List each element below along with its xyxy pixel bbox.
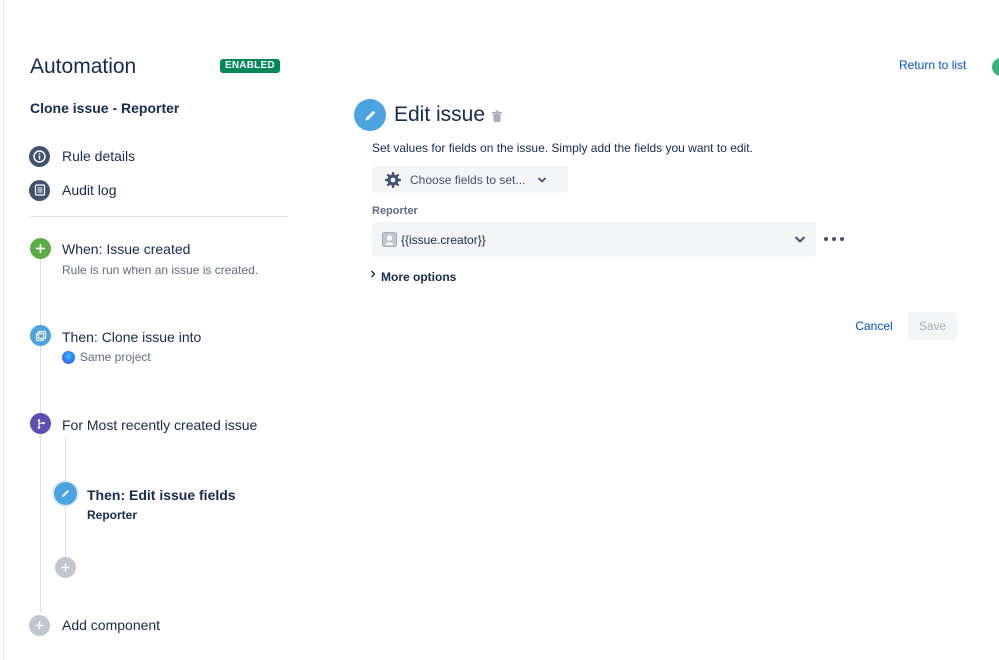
clone-icon[interactable] [30,325,51,346]
add-component-button[interactable]: Add component [29,614,160,636]
plus-icon [29,614,50,636]
project-avatar-icon [62,350,75,364]
sidebar-item-label: Audit log [62,182,117,198]
component-clone-subtitle: Same project [80,350,151,364]
add-component-label: Add component [62,617,161,633]
status-badge: ENABLED [220,59,280,73]
reporter-select[interactable]: {{issue.creator}} [372,222,816,257]
component-trigger-title[interactable]: When: Issue created [62,241,190,257]
info-icon [29,145,50,167]
sidebar-item-rule-details[interactable]: Rule details [29,145,135,167]
choose-fields-label: Choose fields to set... [410,172,526,187]
user-avatar-icon [382,232,397,247]
window-left-border [3,0,4,660]
more-options-label: More options [381,270,457,284]
branch-icon[interactable] [30,413,51,434]
ellipsis-icon [824,237,828,241]
chevron-right-icon [370,270,376,278]
rule-name: Clone issue - Reporter [30,100,180,116]
sidebar-item-audit-log[interactable]: Audit log [29,179,116,201]
reporter-value: {{issue.creator}} [401,232,486,247]
audit-log-icon [29,179,50,201]
panel-title: Edit issue [394,103,486,126]
choose-fields-dropdown[interactable]: Choose fields to set... [372,166,568,193]
reporter-field-label: Reporter [372,205,418,217]
trash-icon[interactable] [491,110,503,128]
component-trigger-subtitle: Rule is run when an issue is created. [62,263,259,277]
return-to-list-link[interactable]: Return to list [899,58,966,72]
panel-description: Set values for fields on the issue. Simp… [372,141,753,155]
more-options-toggle[interactable]: More options [370,270,456,284]
add-branch-component-button[interactable] [55,557,76,578]
save-button[interactable]: Save [908,312,957,340]
project-chip: Same project [62,350,151,364]
check-icon[interactable] [992,58,999,76]
cancel-button[interactable]: Cancel [848,313,900,340]
sidebar-item-label: Rule details [62,148,136,164]
gear-icon [384,171,402,189]
more-actions-button[interactable] [824,230,844,248]
timeline-line [40,258,41,613]
component-clone-title[interactable]: Then: Clone issue into [62,329,201,345]
chevron-down-icon [794,235,806,244]
pencil-icon[interactable] [54,482,77,505]
component-branch-title[interactable]: For Most recently created issue [62,417,257,433]
edit-issue-pencil-icon [354,99,386,131]
page-title: Automation [30,55,137,78]
component-edit-subtitle: Reporter [87,508,138,522]
component-edit-title[interactable]: Then: Edit issue fields [87,487,236,503]
sidebar-divider [30,216,287,217]
plus-icon[interactable] [30,238,51,259]
chevron-down-icon [537,176,547,184]
